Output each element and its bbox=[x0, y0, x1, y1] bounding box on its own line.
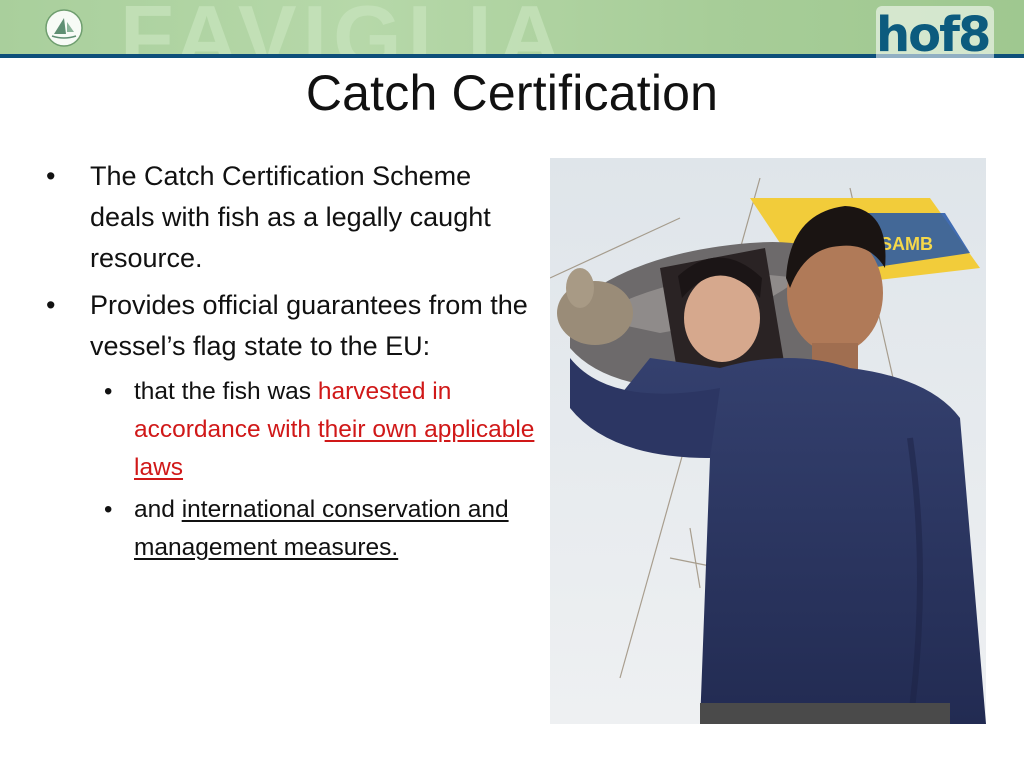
sub-bullet-item: • that the fish was harvested in accorda… bbox=[46, 373, 536, 487]
bullet-icon: • bbox=[46, 161, 56, 191]
sub-bullet-underlined: international conservation and managemen… bbox=[134, 496, 509, 561]
banner-rule bbox=[0, 54, 1024, 58]
sub-bullet-prefix: that the fish was bbox=[134, 378, 318, 405]
bullet-item: • The Catch Certification Scheme deals w… bbox=[46, 156, 536, 279]
jacket-text: SAMB bbox=[880, 234, 933, 254]
header-banner: FAVIGLIA bbox=[0, 0, 1024, 58]
sub-bullet-icon: • bbox=[104, 496, 113, 523]
bullet-text: The Catch Certification Scheme deals wit… bbox=[90, 161, 491, 273]
banner-watermark: FAVIGLIA bbox=[120, 0, 568, 58]
organization-logo-icon bbox=[45, 9, 83, 47]
bullet-item: • Provides official guarantees from the … bbox=[46, 285, 536, 367]
slide-title: Catch Certification bbox=[305, 65, 719, 121]
bullet-icon: • bbox=[46, 290, 56, 320]
bullet-text: Provides official guarantees from the ve… bbox=[90, 290, 528, 361]
event-logo-text: hof8 bbox=[876, 7, 991, 63]
sub-bullet-prefix: and bbox=[134, 496, 182, 523]
fisherman-photo: SAMB bbox=[550, 158, 986, 724]
fisherman-carrying-tuna-photo-icon: SAMB bbox=[550, 158, 986, 724]
bullet-list: • The Catch Certification Scheme deals w… bbox=[46, 156, 536, 567]
sub-bullet-icon: • bbox=[104, 378, 113, 405]
event-logo: hof8 bbox=[876, 2, 998, 68]
sub-bullet-item: • and international conservation and man… bbox=[46, 491, 536, 567]
